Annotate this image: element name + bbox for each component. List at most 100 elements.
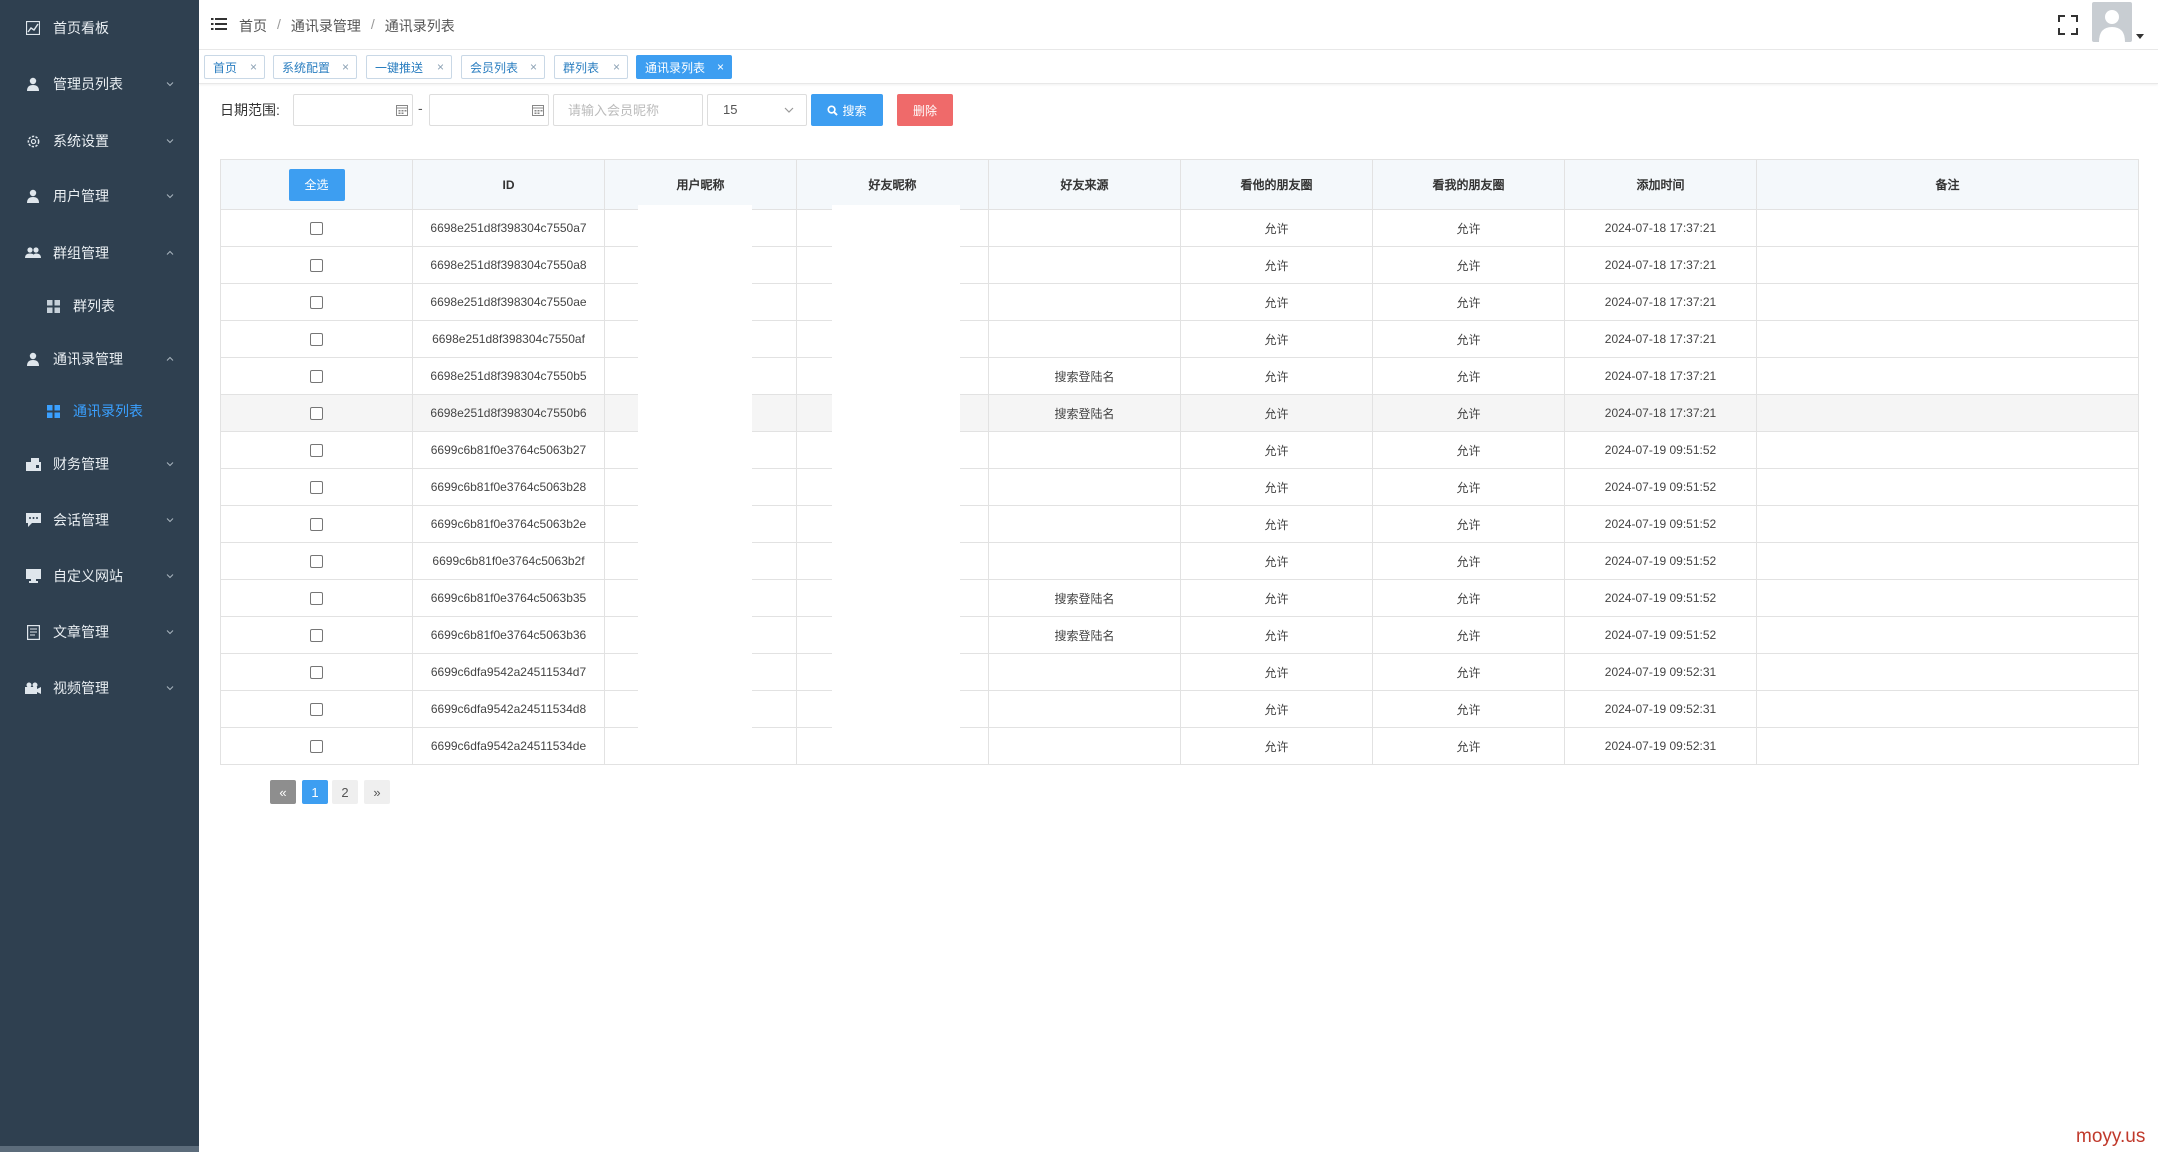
close-icon[interactable]: × <box>717 60 724 74</box>
menu-icon[interactable] <box>211 17 227 31</box>
add-time-cell: 2024-07-19 09:51:52 <box>1564 505 1757 543</box>
breadcrumb: 首页 / 通讯录管理 / 通讯录列表 <box>239 16 455 36</box>
close-icon[interactable]: × <box>250 60 257 74</box>
row-checkbox[interactable] <box>310 370 323 384</box>
see-his-moments-cell: 允许 <box>1180 616 1373 654</box>
table-row[interactable]: 6699c6dfa9542a24511534d7 允许 允许 2024-07-19 0… <box>220 653 2139 691</box>
user-icon <box>25 188 41 204</box>
select-all-button[interactable]: 全选 <box>288 168 345 201</box>
see-his-moments-cell: 允许 <box>1180 505 1373 543</box>
table-row[interactable]: 6698e251d8f398304c7550a7 允许 允许 2024-07-18 1… <box>220 209 2139 247</box>
pagination-next[interactable]: » <box>364 780 390 804</box>
tab-home[interactable]: 首页 × <box>204 55 265 79</box>
close-icon[interactable]: × <box>437 60 444 74</box>
sidebar-item-label: 用户管理 <box>53 188 109 204</box>
sidebar-item-contact-list[interactable]: 通讯录列表 <box>0 391 199 431</box>
caret-down-icon[interactable] <box>2136 34 2144 40</box>
checkbox-cell <box>220 320 413 358</box>
sidebar-scrollbar[interactable] <box>0 1146 199 1152</box>
row-checkbox[interactable] <box>310 740 323 754</box>
avatar[interactable] <box>2092 2 2132 42</box>
row-checkbox[interactable] <box>310 629 323 643</box>
search-button[interactable]: 搜索 <box>811 94 883 126</box>
table-row[interactable]: 6699c6b81f0e3764c5063b27 允许 允许 2024-07-19 0… <box>220 431 2139 469</box>
sidebar-item-sessions[interactable]: 会话管理 <box>0 500 199 540</box>
row-checkbox[interactable] <box>310 444 323 458</box>
table-row[interactable]: 6699c6b81f0e3764c5063b28 允许 允许 2024-07-19 0… <box>220 468 2139 506</box>
tab-members[interactable]: 会员列表 × <box>461 55 545 79</box>
table-row[interactable]: 6699c6b81f0e3764c5063b2f 允许 允许 2024-07-19 0… <box>220 542 2139 580</box>
add-time-cell: 2024-07-18 17:37:21 <box>1564 394 1757 432</box>
row-checkbox[interactable] <box>310 333 323 347</box>
see-my-moments-cell: 允许 <box>1372 542 1565 580</box>
table-row[interactable]: 6699c6dfa9542a24511534de 允许 允许 2024-07-19 0… <box>220 727 2139 765</box>
row-checkbox[interactable] <box>310 703 323 717</box>
end-date-input[interactable] <box>429 94 549 126</box>
monitor-icon <box>25 568 41 584</box>
see-his-moments-cell: 允许 <box>1180 283 1373 321</box>
close-icon[interactable]: × <box>342 60 349 74</box>
tab-push[interactable]: 一键推送 × <box>366 55 452 79</box>
member-nickname-input[interactable] <box>553 94 703 126</box>
checkbox-cell <box>220 357 413 395</box>
table-row[interactable]: 6698e251d8f398304c7550ae 允许 允许 2024-07-18 1… <box>220 283 2139 321</box>
table-row[interactable]: 6699c6dfa9542a24511534d8 允许 允许 2024-07-19 0… <box>220 690 2139 728</box>
sidebar-item-videos[interactable]: 视频管理 <box>0 668 199 708</box>
friend-source-cell <box>988 246 1181 284</box>
table-row[interactable]: 6699c6b81f0e3764c5063b36 搜索登陆名 允许 允许 2024-07… <box>220 616 2139 654</box>
sidebar-item-users[interactable]: 用户管理 <box>0 176 199 216</box>
table-row[interactable]: 6698e251d8f398304c7550af 允许 允许 2024-07-18 1… <box>220 320 2139 358</box>
row-checkbox[interactable] <box>310 259 323 273</box>
add-time-cell: 2024-07-19 09:52:31 <box>1564 653 1757 691</box>
see-his-moments-cell: 允许 <box>1180 246 1373 284</box>
pagination-page-2[interactable]: 2 <box>332 780 358 804</box>
row-checkbox[interactable] <box>310 296 323 310</box>
chevron-down-icon <box>166 518 174 523</box>
row-checkbox[interactable] <box>310 222 323 236</box>
row-checkbox[interactable] <box>310 555 323 569</box>
tab-group-list[interactable]: 群列表 × <box>554 55 628 79</box>
row-checkbox[interactable] <box>310 666 323 680</box>
sidebar-item-custom-site[interactable]: 自定义网站 <box>0 556 199 596</box>
breadcrumb-contacts[interactable]: 通讯录管理 <box>291 16 361 36</box>
row-checkbox[interactable] <box>310 592 323 606</box>
row-checkbox[interactable] <box>310 481 323 495</box>
table-row[interactable]: 6698e251d8f398304c7550b5 搜索登陆名 允许 允许 2024-07… <box>220 357 2139 395</box>
tab-contact-list[interactable]: 通讯录列表 × <box>636 55 732 79</box>
see-my-moments-cell: 允许 <box>1372 616 1565 654</box>
friend-source-cell <box>988 727 1181 765</box>
close-icon[interactable]: × <box>530 60 537 74</box>
sidebar-item-groups[interactable]: 群组管理 <box>0 233 199 273</box>
sidebar-item-label: 自定义网站 <box>53 568 123 584</box>
start-date-input[interactable] <box>293 94 413 126</box>
sidebar-item-finance[interactable]: 财务管理 <box>0 444 199 484</box>
pagination-page-1[interactable]: 1 <box>302 780 328 804</box>
table-row[interactable]: 6699c6b81f0e3764c5063b2e 允许 允许 2024-07-19 0… <box>220 505 2139 543</box>
id-cell: 6699c6b81f0e3764c5063b27 <box>412 431 605 469</box>
row-checkbox[interactable] <box>310 518 323 532</box>
tab-system-config[interactable]: 系统配置 × <box>273 55 357 79</box>
sidebar-item-articles[interactable]: 文章管理 <box>0 612 199 652</box>
page-size-select[interactable]: 15 <box>707 94 807 126</box>
row-checkbox[interactable] <box>310 407 323 421</box>
pagination-prev[interactable]: « <box>270 780 296 804</box>
checkbox-cell <box>220 246 413 284</box>
sidebar-item-group-list[interactable]: 群列表 <box>0 286 199 326</box>
chevron-down-icon <box>166 194 174 199</box>
see-his-moments-cell: 允许 <box>1180 727 1373 765</box>
sidebar-item-settings[interactable]: 系统设置 <box>0 121 199 161</box>
table-row[interactable]: 6698e251d8f398304c7550b6 搜索登陆名 允许 允许 2024-07… <box>220 394 2139 432</box>
checkbox-cell <box>220 394 413 432</box>
close-icon[interactable]: × <box>613 60 620 74</box>
sidebar-item-label: 通讯录管理 <box>53 351 123 367</box>
add-time-cell: 2024-07-19 09:51:52 <box>1564 468 1757 506</box>
sidebar-item-admins[interactable]: 管理员列表 <box>0 64 199 104</box>
table-row[interactable]: 6698e251d8f398304c7550a8 允许 允许 2024-07-18 1… <box>220 246 2139 284</box>
sidebar-item-contacts[interactable]: 通讯录管理 <box>0 339 199 379</box>
delete-button[interactable]: 删除 <box>897 94 953 126</box>
breadcrumb-home[interactable]: 首页 <box>239 16 267 36</box>
id-cell: 6699c6b81f0e3764c5063b2f <box>412 542 605 580</box>
fullscreen-icon[interactable] <box>2057 14 2079 36</box>
sidebar-item-dashboard[interactable]: 首页看板 <box>0 8 199 48</box>
table-row[interactable]: 6699c6b81f0e3764c5063b35 搜索登陆名 允许 允许 2024-07… <box>220 579 2139 617</box>
